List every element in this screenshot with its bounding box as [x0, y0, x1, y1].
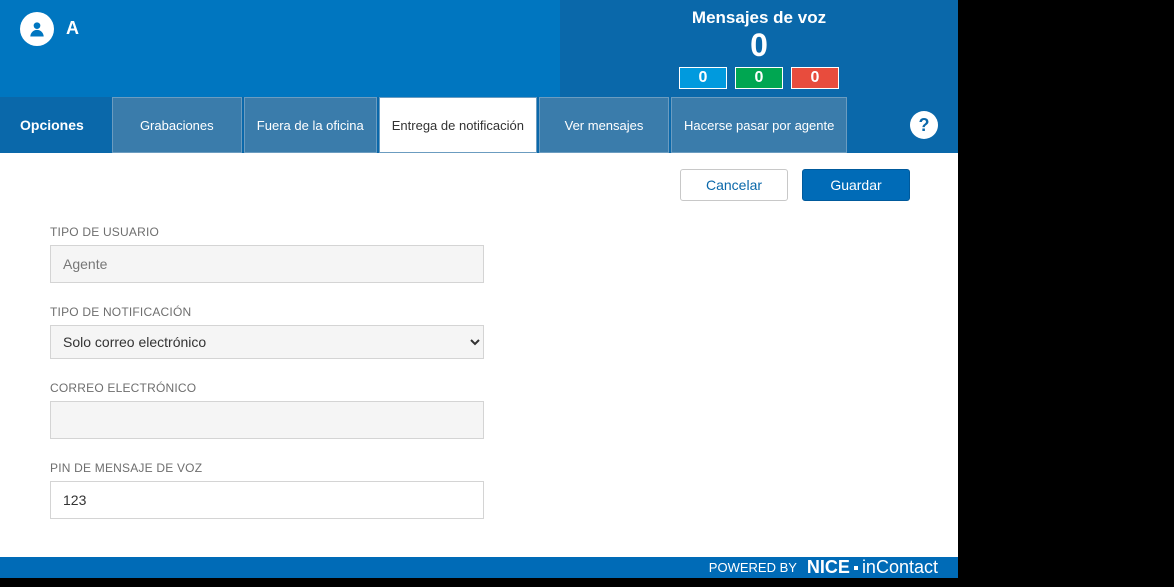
brand-nice: NICE [807, 557, 850, 578]
tabbar: Opciones Grabaciones Fuera de la oficina… [0, 97, 958, 153]
user-type-label: TIPO DE USUARIO [50, 225, 484, 239]
brand-logo: NICE inContact [807, 557, 938, 578]
email-group: CORREO ELECTRÓNICO [50, 381, 484, 439]
tab-options[interactable]: Opciones [20, 117, 84, 133]
powered-by-label: POWERED BY [709, 560, 797, 575]
user-label: A [66, 18, 79, 39]
user-type-field [50, 245, 484, 283]
header: A Mensajes de voz 0 0 0 0 [0, 0, 958, 97]
cancel-button[interactable]: Cancelar [680, 169, 788, 201]
badge-green[interactable]: 0 [735, 67, 783, 89]
badge-red[interactable]: 0 [791, 67, 839, 89]
voicemail-badges: 0 0 0 [679, 67, 839, 89]
action-row: Cancelar Guardar [50, 169, 918, 201]
tab-notification-delivery[interactable]: Entrega de notificación [379, 97, 537, 153]
user-icon [27, 19, 47, 39]
brand-dot-icon [854, 566, 858, 570]
save-button[interactable]: Guardar [802, 169, 910, 201]
notification-type-group: TIPO DE NOTIFICACIÓN Solo correo electró… [50, 305, 484, 359]
help-button[interactable]: ? [910, 111, 938, 139]
app-root: A Mensajes de voz 0 0 0 0 Opciones Graba… [0, 0, 958, 560]
content: Cancelar Guardar TIPO DE USUARIO TIPO DE… [0, 153, 958, 557]
email-field[interactable] [50, 401, 484, 439]
tab-out-of-office[interactable]: Fuera de la oficina [244, 97, 377, 153]
notification-type-select[interactable]: Solo correo electrónico [50, 325, 484, 359]
brand-in: in [862, 557, 876, 577]
pin-field[interactable] [50, 481, 484, 519]
pin-label: PIN DE MENSAJE DE VOZ [50, 461, 484, 475]
footer: POWERED BY NICE inContact [0, 557, 958, 578]
notification-type-label: TIPO DE NOTIFICACIÓN [50, 305, 484, 319]
voicemail-title: Mensajes de voz [692, 8, 826, 28]
tab-recordings[interactable]: Grabaciones [112, 97, 242, 153]
email-label: CORREO ELECTRÓNICO [50, 381, 484, 395]
header-left: A [0, 0, 560, 97]
voicemail-count: 0 [750, 28, 768, 63]
header-right: Mensajes de voz 0 0 0 0 [560, 0, 958, 97]
brand-contact: Contact [876, 557, 938, 577]
badge-blue[interactable]: 0 [679, 67, 727, 89]
tab-impersonate-agent[interactable]: Hacerse pasar por agente [671, 97, 847, 153]
user-type-group: TIPO DE USUARIO [50, 225, 484, 283]
pin-group: PIN DE MENSAJE DE VOZ [50, 461, 484, 519]
tab-view-messages[interactable]: Ver mensajes [539, 97, 669, 153]
avatar[interactable] [20, 12, 54, 46]
